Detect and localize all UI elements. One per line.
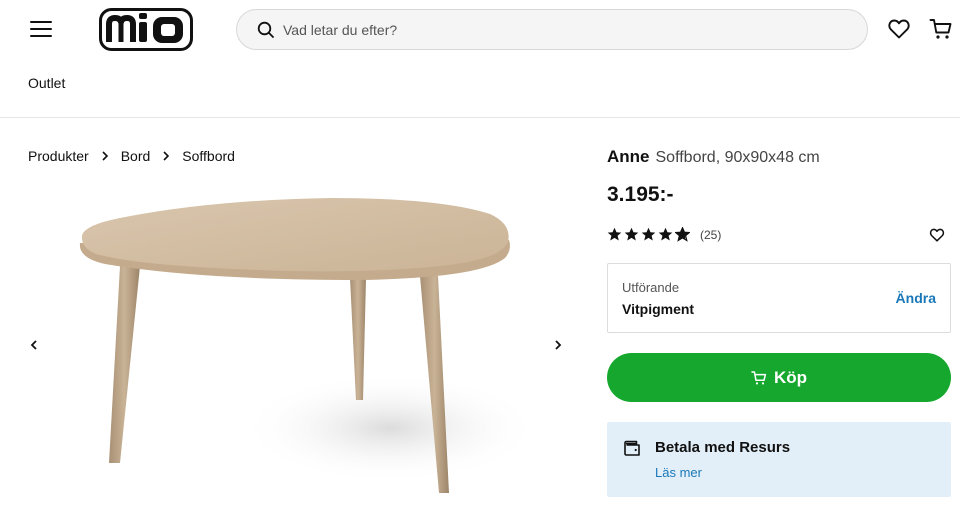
product-description: Soffbord, 90x90x48 cm (655, 149, 820, 166)
star-icon (658, 227, 673, 241)
change-variant-link[interactable]: Ändra (896, 290, 936, 306)
buy-button[interactable]: Köp (607, 353, 951, 402)
breadcrumb-item-bord[interactable]: Bord (121, 148, 151, 164)
gallery-next-arrow-icon[interactable] (551, 338, 565, 352)
breadcrumb: Produkter Bord Soffbord (28, 148, 235, 164)
search-bar[interactable] (236, 9, 868, 50)
product-image-gallery (0, 170, 590, 520)
star-half-icon (675, 227, 690, 242)
breadcrumb-item-produkter[interactable]: Produkter (28, 148, 89, 164)
payment-title: Betala med Resurs (655, 439, 791, 456)
cart-icon[interactable] (929, 17, 953, 41)
buy-button-label: Köp (773, 367, 808, 387)
search-input[interactable] (283, 10, 843, 49)
product-price: 3.195:- (607, 183, 674, 206)
chevron-right-icon (102, 151, 108, 161)
product-brand: Anne (607, 147, 650, 166)
menu-icon[interactable] (28, 18, 54, 40)
product-image-soffbord[interactable] (60, 188, 530, 518)
wallet-icon (624, 440, 640, 456)
nav-outlet-link[interactable]: Outlet (28, 75, 65, 91)
chevron-right-icon (163, 151, 170, 161)
gallery-prev-arrow-icon[interactable] (27, 338, 41, 352)
site-header: Outlet (0, 0, 960, 118)
payment-info-box: Betala med Resurs Läs mer (607, 422, 951, 497)
mio-logo[interactable] (99, 8, 193, 51)
cart-icon (751, 370, 767, 384)
read-more-link[interactable]: Läs mer (655, 465, 702, 480)
variant-label: Utförande (622, 280, 680, 295)
product-title: Anne Soffbord, 90x90x48 cm (607, 147, 820, 167)
breadcrumb-item-soffbord[interactable]: Soffbord (182, 148, 235, 164)
star-icon (641, 227, 656, 241)
star-icon (624, 227, 639, 241)
add-to-wishlist-heart-icon[interactable] (929, 227, 945, 243)
search-icon[interactable] (257, 21, 275, 39)
wishlist-heart-icon[interactable] (887, 17, 911, 41)
rating-count: (25) (700, 227, 722, 242)
star-icon (607, 227, 622, 241)
variant-value: Vitpigment (622, 301, 695, 317)
product-rating[interactable]: (25) (607, 227, 721, 242)
variant-selector: Utförande Vitpigment Ändra (607, 263, 951, 333)
